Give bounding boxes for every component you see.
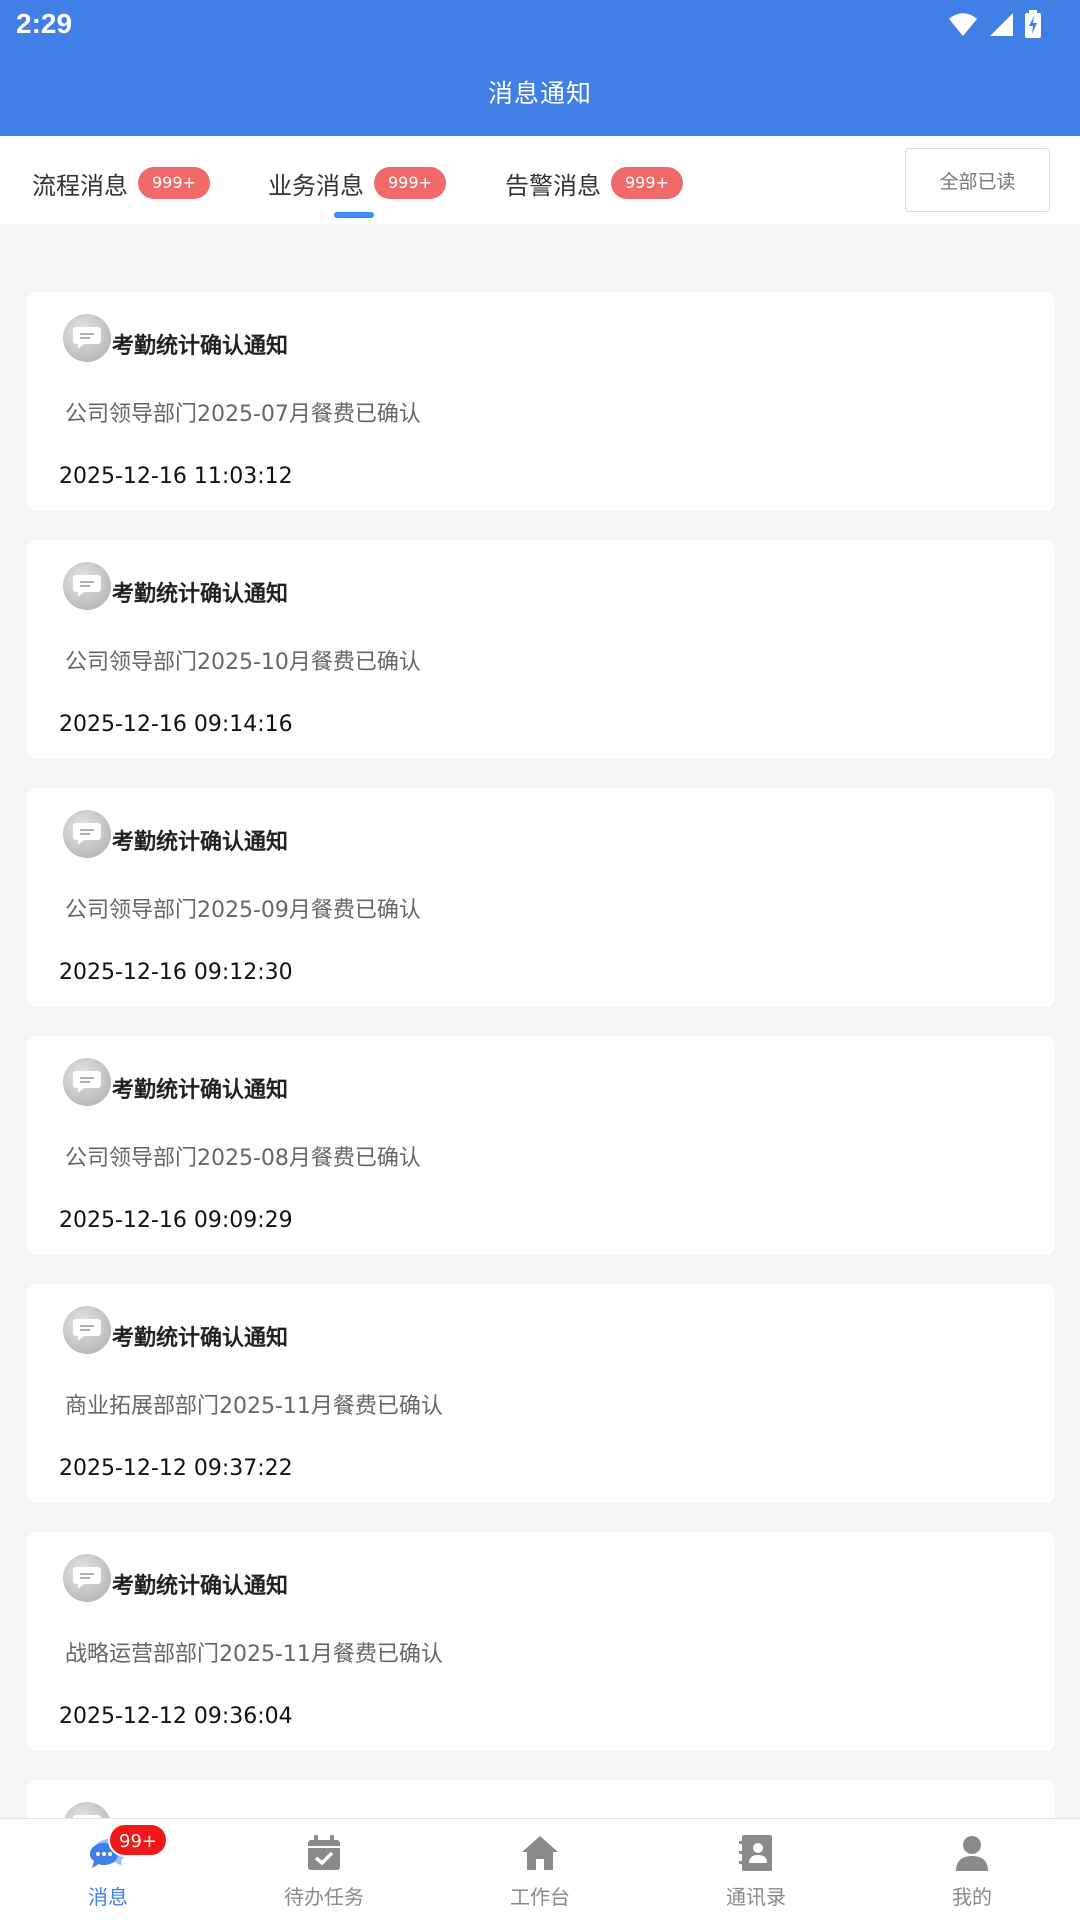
- message-title: 考勤统计确认通知: [112, 1326, 289, 1351]
- nav-todo-tasks[interactable]: 待办任务: [216, 1819, 432, 1920]
- tab-label: 流程消息: [32, 171, 128, 200]
- message-icon: [63, 1554, 111, 1602]
- message-content: 战略运营部部门2025-11月餐费已确认: [65, 1642, 443, 1667]
- signal-icon: [990, 13, 1013, 36]
- nav-label: 我的: [952, 1885, 992, 1909]
- status-time: 2:29: [16, 8, 73, 39]
- nav-contacts[interactable]: 通讯录: [648, 1819, 864, 1920]
- active-tab-indicator: [334, 212, 374, 218]
- message-time: 2025-12-12 09:37:22: [59, 1456, 293, 1481]
- message-time: 2025-12-16 09:09:29: [59, 1208, 293, 1233]
- message-content: 公司领导部门2025-08月餐费已确认: [65, 1146, 421, 1171]
- battery-charging-icon: [1025, 10, 1041, 38]
- nav-messages[interactable]: 99+ 消息: [0, 1819, 216, 1920]
- message-title: 考勤统计确认通知: [112, 582, 289, 607]
- message-card[interactable]: 考勤统计确认通知 战略运营部部门2025-11月餐费已确认 2025-12-12…: [27, 1532, 1055, 1751]
- message-icon: [63, 810, 111, 858]
- nav-label: 待办任务: [284, 1885, 364, 1909]
- message-icon: [63, 1058, 111, 1106]
- tab-label: 告警消息: [505, 171, 601, 200]
- message-content: 公司领导部门2025-07月餐费已确认: [65, 402, 421, 427]
- nav-badge: 99+: [108, 1823, 168, 1857]
- app-header: 2:29 消息通知: [0, 0, 1080, 136]
- mark-all-read-button[interactable]: 全部已读: [905, 148, 1050, 212]
- message-title: 考勤统计确认通知: [112, 1574, 289, 1599]
- tab-business-messages[interactable]: 业务消息 999+: [268, 164, 446, 202]
- message-content: 商业拓展部部门2025-11月餐费已确认: [65, 1394, 443, 1419]
- tab-badge: 999+: [138, 167, 210, 199]
- message-tabbar: 流程消息 999+ 业务消息 999+ 告警消息 999+ 全部已读: [0, 136, 1080, 224]
- message-icon: [63, 314, 111, 362]
- message-icon: [63, 1306, 111, 1354]
- nav-workbench[interactable]: 工作台: [432, 1819, 648, 1920]
- calendar-check-icon: [308, 1835, 340, 1870]
- tab-badge: 999+: [374, 167, 446, 199]
- wifi-icon: [949, 13, 977, 36]
- nav-label: 工作台: [510, 1885, 570, 1909]
- tab-alarm-messages[interactable]: 告警消息 999+: [505, 164, 683, 202]
- contact-book-icon: [739, 1835, 772, 1871]
- message-title: 考勤统计确认通知: [112, 830, 289, 855]
- nav-profile[interactable]: 我的: [864, 1819, 1080, 1920]
- message-time: 2025-12-12 09:36:04: [59, 1704, 293, 1729]
- message-card[interactable]: 考勤统计确认通知 公司领导部门2025-10月餐费已确认 2025-12-16 …: [27, 540, 1055, 759]
- message-title: 考勤统计确认通知: [112, 334, 289, 359]
- message-time: 2025-12-16 11:03:12: [59, 464, 293, 489]
- message-icon: [63, 562, 111, 610]
- message-time: 2025-12-16 09:12:30: [59, 960, 293, 985]
- message-card[interactable]: 考勤统计确认通知 商业拓展部部门2025-11月餐费已确认 2025-12-12…: [27, 1284, 1055, 1503]
- user-icon: [956, 1836, 988, 1871]
- message-content: 公司领导部门2025-09月餐费已确认: [65, 898, 421, 923]
- message-list: 考勤统计确认通知 公司领导部门2025-07月餐费已确认 2025-12-16 …: [27, 292, 1055, 1869]
- tab-badge: 999+: [611, 167, 683, 199]
- nav-label: 消息: [88, 1885, 128, 1909]
- message-card[interactable]: 考勤统计确认通知 公司领导部门2025-08月餐费已确认 2025-12-16 …: [27, 1036, 1055, 1255]
- message-card[interactable]: 考勤统计确认通知 公司领导部门2025-07月餐费已确认 2025-12-16 …: [27, 292, 1055, 511]
- home-icon: [522, 1836, 558, 1870]
- message-time: 2025-12-16 09:14:16: [59, 712, 293, 737]
- bottom-nav: 99+ 消息 待办任务 工作台 通讯录 我的: [0, 1818, 1080, 1920]
- message-content: 公司领导部门2025-10月餐费已确认: [65, 650, 421, 675]
- tab-label: 业务消息: [268, 171, 364, 200]
- nav-label: 通讯录: [726, 1885, 786, 1909]
- page-title: 消息通知: [487, 79, 592, 108]
- tab-process-messages[interactable]: 流程消息 999+: [32, 164, 210, 202]
- message-title: 考勤统计确认通知: [112, 1078, 289, 1103]
- status-icons: [948, 10, 1042, 38]
- message-card[interactable]: 考勤统计确认通知 公司领导部门2025-09月餐费已确认 2025-12-16 …: [27, 788, 1055, 1007]
